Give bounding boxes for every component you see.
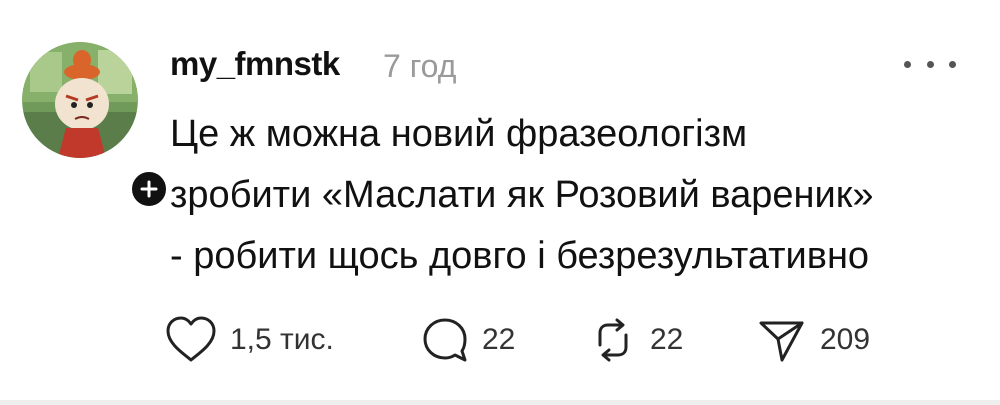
heart-icon	[166, 316, 216, 362]
repost-button[interactable]: 22	[588, 312, 683, 368]
share-count: 209	[820, 323, 871, 356]
username[interactable]: my_fmnstk	[170, 44, 340, 84]
send-icon	[759, 321, 804, 362]
comment-count: 22	[482, 323, 516, 356]
avatar-container	[22, 42, 170, 210]
divider	[0, 400, 1000, 405]
more-options-button[interactable]	[904, 56, 956, 72]
repost-icon	[598, 318, 628, 362]
more-horizontal-icon	[949, 60, 956, 68]
post-text-line: - робити щось довго і безрезультативно	[170, 235, 870, 277]
post-text: Це ж можна новий фразеологізм зробити «М…	[170, 104, 970, 287]
like-count: 1,5 тис.	[230, 323, 334, 356]
comment-button[interactable]: 22	[420, 312, 515, 368]
repost-count: 22	[650, 323, 684, 356]
follow-button[interactable]	[128, 168, 170, 210]
post-time: 7 год	[383, 48, 457, 84]
post-text-line: зробити «Маслати як Розовий вареник»	[170, 174, 874, 216]
share-button[interactable]: 209	[756, 312, 870, 368]
plus-icon	[140, 180, 158, 198]
like-button[interactable]: 1,5 тис.	[164, 312, 334, 368]
more-horizontal-icon	[904, 60, 911, 68]
action-bar: 1,5 тис. 22 22 209	[0, 312, 1000, 368]
avatar[interactable]	[22, 42, 138, 158]
more-horizontal-icon	[926, 60, 934, 68]
post-card: my_fmnstk 7 год Це ж можна новий фразеол…	[0, 0, 1000, 405]
comment-icon	[423, 318, 467, 362]
post-text-line: Це ж можна новий фразеологізм	[170, 113, 748, 155]
